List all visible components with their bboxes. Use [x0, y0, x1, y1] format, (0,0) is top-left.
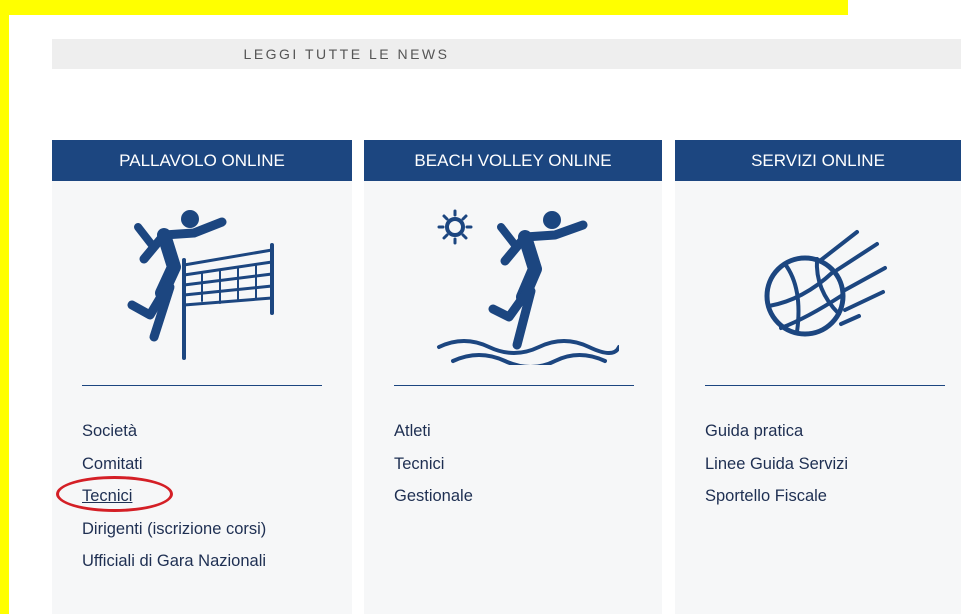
- highlight-circle-annotation: [56, 476, 173, 512]
- flying-volleyball-icon: [675, 200, 961, 370]
- volleyball-player-net-icon: [52, 200, 352, 370]
- link-sportello-fiscale[interactable]: Sportello Fiscale: [705, 480, 848, 513]
- card-divider: [394, 385, 634, 386]
- link-societa[interactable]: Società: [82, 415, 266, 448]
- beach-volley-player-sun-icon: [364, 200, 662, 370]
- link-gestionale[interactable]: Gestionale: [394, 480, 473, 513]
- card-pallavolo-online: PALLAVOLO ONLINE Società Comitati Tecnic…: [52, 140, 352, 614]
- card-divider: [82, 385, 322, 386]
- card-servizi-online: SERVIZI ONLINE Guida pratica Linee Guida…: [675, 140, 961, 614]
- link-guida-pratica[interactable]: Guida pratica: [705, 415, 848, 448]
- card-header: PALLAVOLO ONLINE: [52, 140, 352, 181]
- link-ufficiali-di-gara[interactable]: Ufficiali di Gara Nazionali: [82, 545, 266, 578]
- link-tecnici-beach[interactable]: Tecnici: [394, 448, 473, 481]
- card-links-list: Atleti Tecnici Gestionale: [394, 415, 473, 513]
- yellow-highlight-border-top: [0, 0, 848, 15]
- read-all-news-label: LEGGI TUTTE LE NEWS: [243, 46, 450, 62]
- card-header: SERVIZI ONLINE: [675, 140, 961, 181]
- card-title: PALLAVOLO ONLINE: [119, 150, 285, 170]
- card-divider: [705, 385, 945, 386]
- link-atleti[interactable]: Atleti: [394, 415, 473, 448]
- card-links-list: Guida pratica Linee Guida Servizi Sporte…: [705, 415, 848, 513]
- card-title: BEACH VOLLEY ONLINE: [414, 150, 612, 170]
- card-beach-volley-online: BEACH VOLLEY ONLINE Atleti Tecnici Gesti…: [364, 140, 662, 614]
- yellow-highlight-border-left: [0, 0, 9, 614]
- card-header: BEACH VOLLEY ONLINE: [364, 140, 662, 181]
- card-title: SERVIZI ONLINE: [751, 150, 885, 170]
- read-all-news-button[interactable]: LEGGI TUTTE LE NEWS: [52, 39, 961, 69]
- link-dirigenti[interactable]: Dirigenti (iscrizione corsi): [82, 513, 266, 546]
- link-linee-guida-servizi[interactable]: Linee Guida Servizi: [705, 448, 848, 481]
